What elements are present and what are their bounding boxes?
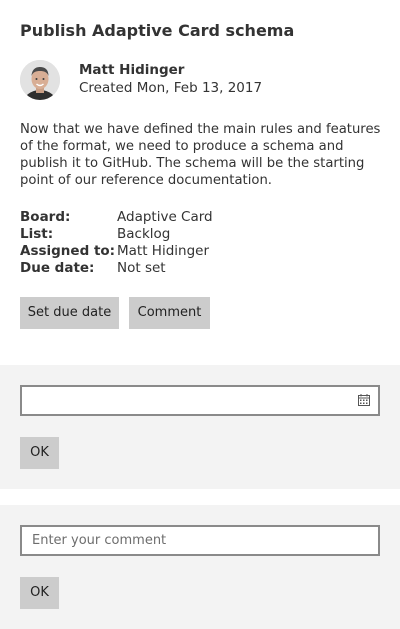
fact-row-due-date: Due date: Not set [20,260,213,277]
fact-title: Assigned to: [20,243,116,259]
due-date-panel: OK [0,365,400,489]
due-date-ok-button[interactable]: OK [20,437,59,469]
card-description: Now that we have defined the main rules … [20,122,381,188]
created-date: Created Mon, Feb 13, 2017 [79,80,263,96]
comment-input[interactable]: Enter your comment [20,525,380,556]
fact-value: Matt Hidinger [117,243,210,259]
fact-set: Board: Adaptive Card List: Backlog Assigne… [20,209,213,277]
comment-panel: Enter your comment OK [0,505,400,629]
person-photo-icon [20,60,60,100]
fact-row-assigned-to: Assigned to: Matt Hidinger [20,243,213,260]
fact-value: Not set [117,260,166,276]
fact-title: List: [20,226,54,242]
fact-row-board: Board: Adaptive Card [20,209,213,226]
fact-title: Due date: [20,260,95,276]
comment-ok-button[interactable]: OK [20,577,59,609]
due-date-input[interactable] [20,385,380,416]
comment-placeholder: Enter your comment [32,533,167,548]
author-name: Matt Hidinger [79,62,185,78]
avatar [20,60,60,100]
adaptive-card: Publish Adaptive Card schema Matt Hiding… [0,0,400,629]
fact-value: Adaptive Card [117,209,213,225]
fact-title: Board: [20,209,71,225]
fact-row-list: List: Backlog [20,226,213,243]
calendar-icon[interactable] [358,394,370,406]
card-title: Publish Adaptive Card schema [20,21,295,40]
set-due-date-button[interactable]: Set due date [20,297,119,329]
comment-button[interactable]: Comment [129,297,210,329]
fact-value: Backlog [117,226,171,242]
